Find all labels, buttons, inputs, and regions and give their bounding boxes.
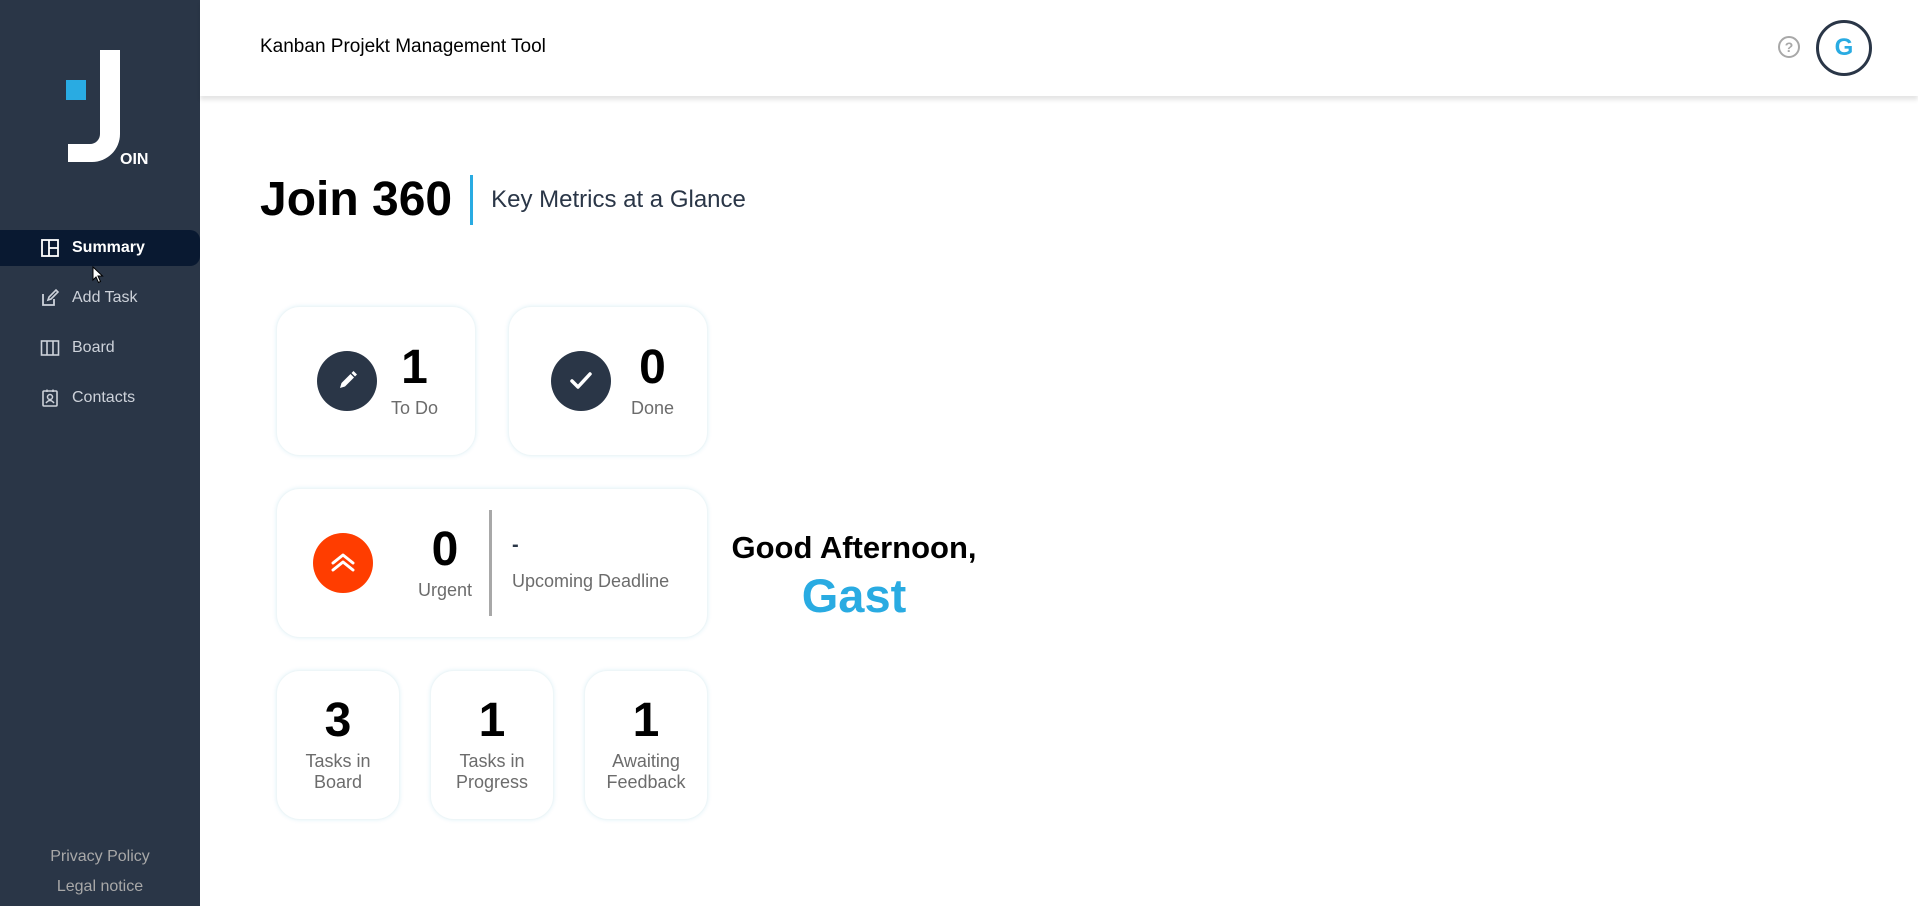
sidebar-footer: Privacy Policy Legal notice: [0, 836, 200, 896]
deadline-label: Upcoming Deadline: [512, 571, 670, 591]
page-heading: Join 360 Key Metrics at a Glance: [260, 172, 746, 227]
tasks-in-board-label-line2: Board: [313, 772, 363, 792]
app-title: Kanban Projekt Management Tool: [260, 36, 546, 57]
sidebar-item-board[interactable]: Board: [0, 330, 200, 366]
greeting-text: Good Afternoon,: [731, 530, 977, 565]
greeting: Good Afternoon, Gast: [724, 530, 984, 623]
urgent-circle: [313, 533, 373, 593]
deadline-info: - Upcoming Deadline: [512, 534, 669, 592]
done-metric: 0 Done: [631, 340, 675, 419]
tasks-in-board-label: Tasks in Board: [305, 751, 370, 793]
urgent-count: 0: [431, 522, 459, 576]
tasks-in-progress-label-line2: Progress: [455, 772, 529, 792]
sidebar-item-contacts[interactable]: Contacts: [0, 380, 200, 416]
summary-icon: [40, 238, 60, 258]
todo-metric: 1 To Do: [391, 340, 439, 419]
page-title: Join 360: [260, 173, 453, 226]
sidebar: OIN Summary Add Task Board Contacts Priv…: [0, 0, 200, 906]
sidebar-item-label: Summary: [72, 239, 145, 256]
legal-notice-link[interactable]: Legal notice: [0, 878, 200, 896]
done-circle: [551, 351, 611, 411]
tasks-in-progress-label: Tasks in Progress: [456, 751, 528, 793]
tasks-in-board-count: 3: [324, 694, 352, 747]
title-divider: [470, 174, 474, 225]
sidebar-item-summary[interactable]: Summary: [0, 230, 200, 266]
done-card[interactable]: 0 Done: [508, 306, 708, 456]
mouse-cursor-icon: [92, 266, 104, 284]
help-icon[interactable]: ?: [1778, 36, 1800, 58]
tasks-in-progress-count: 1: [478, 694, 506, 747]
done-count: 0: [639, 340, 666, 394]
sidebar-item-add-task[interactable]: Add Task: [0, 280, 200, 316]
todo-circle: [317, 351, 377, 411]
checkmark-icon: [570, 372, 592, 389]
awaiting-feedback-count: 1: [632, 694, 660, 747]
tasks-in-progress-card[interactable]: 1 Tasks in Progress: [430, 670, 554, 820]
awaiting-feedback-label-line1: Awaiting: [612, 751, 680, 771]
join-logo[interactable]: OIN: [48, 46, 158, 172]
todo-count: 1: [401, 340, 428, 394]
top-header: Kanban Projekt Management Tool ? G: [200, 0, 1918, 96]
pencil-icon: [340, 371, 357, 388]
edit-icon: [40, 288, 60, 308]
greeting-name: Gast: [801, 569, 907, 622]
sidebar-item-label: Contacts: [72, 389, 136, 406]
page-subtitle: Key Metrics at a Glance: [491, 185, 746, 213]
user-avatar[interactable]: G: [1816, 20, 1872, 76]
double-chevron-up-icon: [331, 553, 355, 572]
done-label: Done: [631, 397, 675, 418]
contacts-icon: [40, 388, 60, 408]
tasks-in-board-card[interactable]: 3 Tasks in Board: [276, 670, 400, 820]
todo-label: To Do: [391, 397, 439, 418]
sidebar-item-label: Board: [72, 339, 115, 356]
sidebar-item-label: Add Task: [72, 289, 138, 306]
sidebar-nav: Summary Add Task Board Contacts: [0, 230, 200, 430]
tasks-in-progress-label-line1: Tasks in: [459, 751, 525, 771]
urgent-label: Urgent: [417, 579, 473, 600]
deadline-date: -: [512, 534, 519, 556]
tasks-in-board-label-line1: Tasks in: [305, 751, 371, 771]
awaiting-feedback-label: Awaiting Feedback: [606, 751, 685, 793]
urgent-card[interactable]: 0 Urgent - Upcoming Deadline: [276, 488, 708, 638]
privacy-policy-link[interactable]: Privacy Policy: [0, 848, 200, 866]
board-icon: [40, 338, 60, 358]
awaiting-feedback-card[interactable]: 1 Awaiting Feedback: [584, 670, 708, 820]
urgent-divider: [489, 510, 492, 616]
urgent-metric: 0 Urgent: [415, 522, 475, 601]
todo-card[interactable]: 1 To Do: [276, 306, 476, 456]
logo-text: OIN: [120, 151, 148, 168]
awaiting-feedback-label-line2: Feedback: [606, 772, 686, 792]
